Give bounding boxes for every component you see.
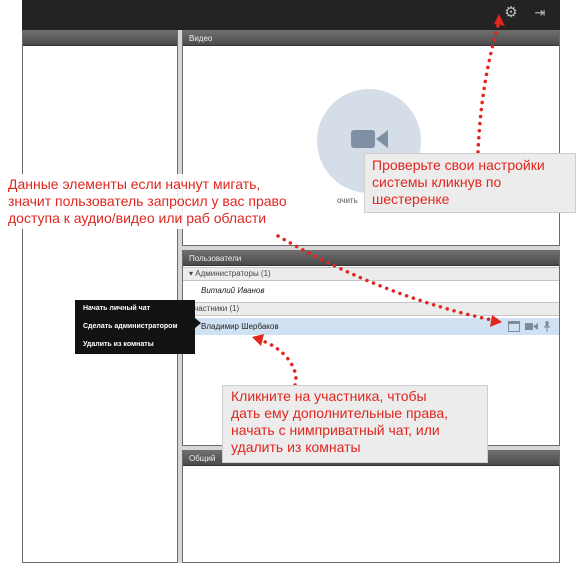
callout-settings-line-2: системы кликнув по bbox=[372, 174, 502, 190]
callout-permissions: Данные элементы если начнут мигать, знач… bbox=[0, 174, 320, 229]
camera-icon[interactable] bbox=[525, 321, 538, 332]
participant-name: Владимир Шербаков bbox=[201, 322, 279, 331]
screen-share-icon[interactable] bbox=[508, 321, 520, 332]
left-panel-header bbox=[23, 31, 177, 46]
top-toolbar: ⚙ ⇥ bbox=[22, 0, 560, 30]
video-start-hint: очить bbox=[337, 196, 358, 205]
left-panel bbox=[22, 30, 178, 563]
user-row-administrator[interactable]: Виталий Иванов bbox=[183, 282, 559, 299]
video-panel-title: Видео bbox=[183, 31, 559, 46]
context-menu-pointer bbox=[195, 318, 201, 328]
group-administrators[interactable]: ▾ Администраторы (1) bbox=[183, 267, 559, 281]
group-participants[interactable]: Участники (1) bbox=[183, 302, 559, 316]
callout-permissions-line-2: значит пользователь запросил у вас право bbox=[8, 193, 287, 209]
exit-icon[interactable]: ⇥ bbox=[532, 5, 548, 21]
participant-context-menu: Начать личный чат Сделать администраторо… bbox=[75, 300, 195, 354]
menu-item-remove-from-room[interactable]: Удалить из комнаты bbox=[75, 336, 195, 354]
callout-settings-line-1: Проверьте свои настройки bbox=[372, 157, 545, 173]
callout-permissions-line-1: Данные элементы если начнут мигать, bbox=[8, 176, 261, 192]
callout-permissions-line-3: доступа к аудио/видео или раб области bbox=[8, 210, 267, 226]
callout-participant-line-2: дать ему дополнительные права, bbox=[231, 405, 449, 421]
callout-participant: Кликните на участника, чтобы дать ему до… bbox=[222, 385, 488, 463]
callout-settings-line-3: шестеренке bbox=[372, 191, 450, 207]
chat-panel: Общий bbox=[182, 450, 560, 563]
participant-permission-icons bbox=[508, 321, 551, 332]
camera-icon bbox=[351, 130, 388, 148]
callout-participant-line-4: удалить из комнаты bbox=[231, 439, 361, 455]
callout-participant-line-1: Кликните на участника, чтобы bbox=[231, 388, 427, 404]
menu-item-private-chat[interactable]: Начать личный чат bbox=[75, 300, 195, 318]
callout-settings: Проверьте свои настройки системы кликнув… bbox=[364, 153, 576, 213]
menu-item-make-admin[interactable]: Сделать администратором bbox=[75, 318, 195, 336]
gear-icon[interactable]: ⚙ bbox=[503, 5, 519, 21]
users-panel-title: Пользователи bbox=[183, 251, 559, 266]
microphone-icon[interactable] bbox=[543, 321, 551, 332]
callout-participant-line-3: начать с нимприватный чат, или bbox=[231, 422, 440, 438]
user-row-participant[interactable]: Владимир Шербаков bbox=[183, 318, 559, 335]
